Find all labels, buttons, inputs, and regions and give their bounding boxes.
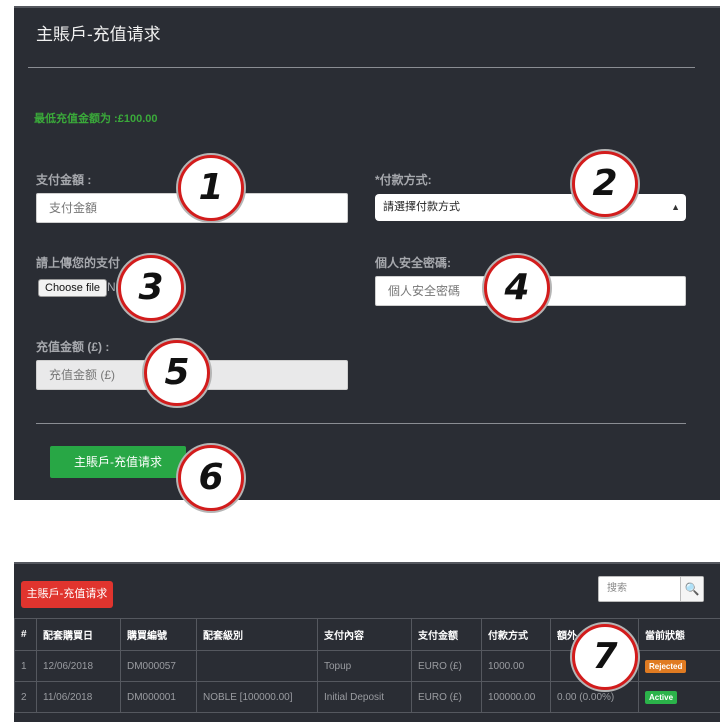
topup-amount-label: 充值金额 (£) : [36, 338, 109, 355]
amount-label: 支付金額 : [36, 171, 91, 188]
cell-purchase-id: DM000001 [121, 682, 197, 713]
minimum-topup-message: 最低充值金额为 :£100.00 [34, 110, 157, 126]
cell-payment-content: Initial Deposit [318, 682, 412, 713]
form-divider [36, 423, 686, 424]
col-header-package-level[interactable]: 配套級別 [197, 619, 318, 651]
security-pin-label: 個人安全密碼: [375, 254, 451, 271]
col-header-payment-amount[interactable]: 支付金额 [412, 619, 482, 651]
cell-status: Active [639, 682, 720, 713]
cell-payment-method: 1000.00 [482, 651, 551, 682]
cell-package-level [197, 651, 318, 682]
status-badge: Rejected [645, 660, 686, 673]
col-header-purchase-id[interactable]: 購買編號 [121, 619, 197, 651]
choose-file-button[interactable]: Choose file [38, 279, 107, 297]
cell-date: 11/06/2018 [37, 682, 121, 713]
payment-method-value: 請選擇付款方式 [383, 201, 460, 213]
payment-method-label: *付款方式: [375, 171, 432, 188]
cell-date: 12/06/2018 [37, 651, 121, 682]
callout-badge-7: 7 [572, 624, 638, 690]
col-header-payment-method[interactable]: 付款方式 [482, 619, 551, 651]
upload-label: 請上傳您的支付 [36, 254, 120, 271]
cell-payment-method: 100000.00 [482, 682, 551, 713]
col-header-purchase-date[interactable]: 配套購買日 [37, 619, 121, 651]
cell-payment-amount: EURO (£) [412, 651, 482, 682]
search-icon[interactable]: 🔍 [680, 577, 703, 601]
col-header-payment-content[interactable]: 支付內容 [318, 619, 412, 651]
callout-badge-3: 3 [118, 255, 184, 321]
callout-badge-6: 6 [178, 445, 244, 511]
callout-badge-4: 4 [484, 255, 550, 321]
file-status-text: N [107, 280, 116, 294]
submit-topup-button[interactable]: 主賬戶-充值请求 [50, 446, 186, 478]
cell-payment-amount: EURO (£) [412, 682, 482, 713]
search-input[interactable]: 搜索 [607, 577, 627, 601]
cell-status: Rejected [639, 651, 720, 682]
topup-request-button[interactable]: 主賬戶-充值请求 [21, 581, 113, 608]
callout-badge-5: 5 [144, 340, 210, 406]
cell-index: 2 [15, 682, 37, 713]
callout-badge-1: 1 [178, 155, 244, 221]
status-badge: Active [645, 691, 677, 704]
search-box[interactable]: 搜索 🔍 [598, 576, 704, 602]
cell-package-level: NOBLE [100000.00] [197, 682, 318, 713]
topup-form-panel: 主賬戶-充值请求 最低充值金额为 :£100.00 支付金額 : 支付金額 *付… [14, 6, 720, 500]
title-divider [28, 67, 695, 68]
col-header-status[interactable]: 當前狀態 [639, 619, 720, 651]
cell-payment-content: Topup [318, 651, 412, 682]
cell-purchase-id: DM000057 [121, 651, 197, 682]
callout-badge-2: 2 [572, 151, 638, 217]
payment-method-select[interactable]: 請選擇付款方式 ▲ [375, 194, 686, 221]
col-header-index[interactable]: # [15, 619, 37, 651]
cell-index: 1 [15, 651, 37, 682]
select-arrows-icon: ▲ [671, 194, 680, 221]
form-title: 主賬戶-充值请求 [36, 20, 161, 45]
